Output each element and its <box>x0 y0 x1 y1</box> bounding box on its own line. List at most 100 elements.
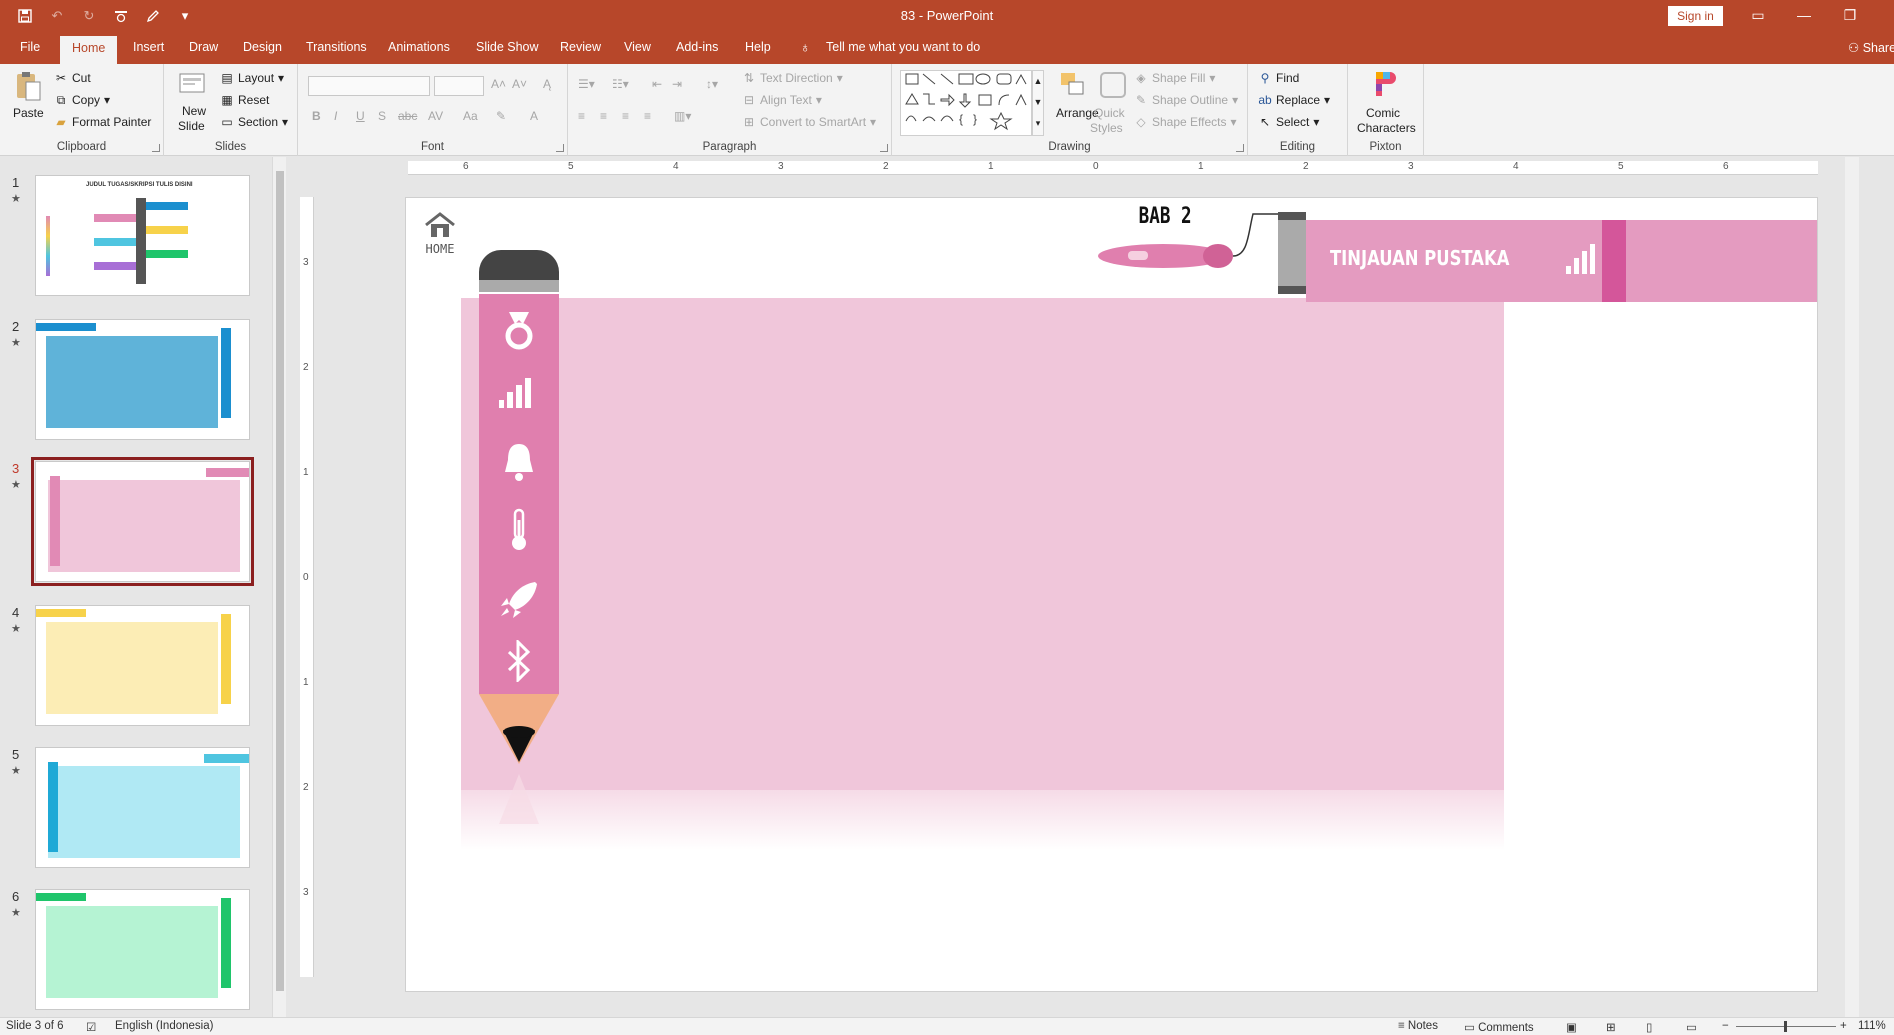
sign-in-button[interactable]: Sign in <box>1668 6 1723 26</box>
slide-canvas[interactable]: HOME BAB 2 TINJAUAN PUSTAKA <box>405 197 1818 992</box>
section-button[interactable]: ▭ Section ▾ <box>220 115 288 129</box>
convert-smartart-button[interactable]: ⊞ Convert to SmartArt ▾ <box>742 115 876 129</box>
tab-design[interactable]: Design <box>243 40 282 54</box>
dialog-launcher-icon[interactable] <box>880 144 888 152</box>
tell-me-search[interactable]: Tell me what you want to do <box>826 40 980 54</box>
slideshow-icon[interactable]: ▭ <box>1686 1020 1697 1034</box>
pixton-logo-icon[interactable] <box>1370 68 1400 100</box>
shape-fill-button[interactable]: ◈ Shape Fill ▾ <box>1134 71 1215 85</box>
numbering-icon[interactable]: ☷▾ <box>612 77 629 91</box>
decrease-indent-icon[interactable]: ⇤ <box>652 77 662 91</box>
slide-thumbnail-3[interactable] <box>31 457 254 586</box>
share-button[interactable]: ⚇ Share <box>1848 40 1894 55</box>
arrange-icon[interactable] <box>1058 70 1088 102</box>
align-text-button[interactable]: ⊟ Align Text ▾ <box>742 93 822 107</box>
tab-draw[interactable]: Draw <box>189 40 218 54</box>
shape-outline-button[interactable]: ✎ Shape Outline ▾ <box>1134 93 1238 107</box>
char-spacing-icon[interactable]: AV <box>428 109 443 123</box>
text-direction-label: Text Direction <box>760 71 833 85</box>
tab-home[interactable]: Home <box>60 36 118 64</box>
new-slide-button[interactable]: New <box>182 104 206 118</box>
slide-thumbnail-2[interactable] <box>35 319 250 440</box>
text-direction-button[interactable]: ⇅ Text Direction ▾ <box>742 71 843 85</box>
paste-icon[interactable] <box>14 70 44 102</box>
copy-button[interactable]: ⧉ Copy ▾ <box>54 93 110 107</box>
tab-insert[interactable]: Insert <box>133 40 164 54</box>
justify-icon[interactable]: ≡ <box>644 109 651 123</box>
bullets-icon[interactable]: ☰▾ <box>578 77 595 91</box>
find-button[interactable]: ⚲ Find <box>1258 71 1300 85</box>
font-size-combo[interactable] <box>434 76 484 96</box>
slide-thumbnail-6[interactable] <box>35 889 250 1010</box>
notes-button[interactable]: ≡ Notes <box>1398 1020 1438 1032</box>
tab-animations[interactable]: Animations <box>388 40 450 54</box>
grow-font-icon[interactable]: A˄ <box>491 77 506 91</box>
replace-button[interactable]: ab Replace ▾ <box>1258 93 1330 107</box>
home-link[interactable]: HOME <box>422 212 458 256</box>
highlight-icon[interactable]: ✎ <box>496 109 506 123</box>
layout-button[interactable]: ▤ Layout ▾ <box>220 71 284 85</box>
tab-add-ins[interactable]: Add-ins <box>676 40 718 54</box>
zoom-slider-thumb[interactable] <box>1784 1021 1787 1032</box>
section-icon: ▭ <box>221 115 233 129</box>
spellcheck-icon[interactable]: ☑ <box>86 1020 96 1034</box>
clear-format-icon[interactable]: Ą <box>543 77 551 91</box>
paint-roller <box>1278 212 1306 294</box>
zoom-level[interactable]: 111% <box>1858 1020 1886 1032</box>
cut-button[interactable]: ✂ Cut <box>54 71 91 85</box>
minimize-icon[interactable]: — <box>1784 4 1824 26</box>
change-case-icon[interactable]: Aa <box>463 109 478 123</box>
zoom-out-icon[interactable]: − <box>1722 1020 1729 1032</box>
columns-icon[interactable]: ▥▾ <box>674 109 691 123</box>
dialog-launcher-icon[interactable] <box>1236 144 1244 152</box>
quick-styles-icon[interactable] <box>1098 70 1128 102</box>
gallery-scroll[interactable]: ▲ ▼ ▾ <box>1032 70 1044 136</box>
reading-view-icon[interactable]: ▯ <box>1646 1020 1652 1034</box>
line-spacing-icon[interactable]: ↕▾ <box>706 77 718 91</box>
paste-button[interactable]: Paste <box>13 106 44 120</box>
format-painter-button[interactable]: ▰ Format Painter <box>54 115 151 129</box>
font-name-combo[interactable] <box>308 76 430 96</box>
dialog-launcher-icon[interactable] <box>152 144 160 152</box>
editor-scrollbar[interactable] <box>1845 157 1859 1017</box>
font-color-icon[interactable]: A <box>530 109 538 123</box>
normal-view-icon[interactable]: ▣ <box>1566 1020 1577 1034</box>
slide-sorter-icon[interactable]: ⊞ <box>1606 1020 1616 1034</box>
restore-icon[interactable]: ❐ <box>1830 4 1870 26</box>
arrange-button[interactable]: Arrange <box>1056 106 1099 120</box>
tab-transitions[interactable]: Transitions <box>306 40 367 54</box>
slide-thumbnail-4[interactable] <box>35 605 250 726</box>
comic-characters-button[interactable]: Comic <box>1366 106 1400 120</box>
zoom-in-icon[interactable]: + <box>1840 1020 1847 1032</box>
align-left-icon[interactable]: ≡ <box>578 109 585 123</box>
ribbon-display-icon[interactable]: ▭ <box>1738 4 1778 26</box>
content-area[interactable] <box>461 298 1504 790</box>
tab-file[interactable]: File <box>20 40 40 54</box>
thumbnail-scrollbar[interactable] <box>272 157 286 1017</box>
select-button[interactable]: ↖ Select ▾ <box>1258 115 1319 129</box>
shapes-gallery[interactable]: {} <box>900 70 1032 136</box>
align-center-icon[interactable]: ≡ <box>600 109 607 123</box>
zoom-slider[interactable] <box>1736 1021 1836 1032</box>
quick-styles-button[interactable]: Quick <box>1094 106 1125 120</box>
shadow-icon[interactable]: S <box>378 109 386 123</box>
shape-effects-button[interactable]: ◇ Shape Effects ▾ <box>1134 115 1236 129</box>
tab-view[interactable]: View <box>624 40 651 54</box>
shrink-font-icon[interactable]: A˅ <box>512 77 527 91</box>
increase-indent-icon[interactable]: ⇥ <box>672 77 682 91</box>
language-indicator[interactable]: English (Indonesia) <box>115 1020 213 1032</box>
new-slide-icon[interactable] <box>178 70 208 102</box>
comments-button[interactable]: ▭ Comments <box>1464 1020 1534 1034</box>
strikethrough-icon[interactable]: abc <box>398 109 417 123</box>
slide-thumbnail-1[interactable]: JUDUL TUGAS/SKRIPSI TULIS DISINI <box>35 175 250 296</box>
align-right-icon[interactable]: ≡ <box>622 109 629 123</box>
slide-thumbnail-5[interactable] <box>35 747 250 868</box>
italic-icon[interactable]: I <box>334 109 337 123</box>
tab-slide-show[interactable]: Slide Show <box>476 40 539 54</box>
reset-button[interactable]: ▦ Reset <box>220 93 269 107</box>
bold-icon[interactable]: B <box>312 109 321 123</box>
tab-review[interactable]: Review <box>560 40 601 54</box>
tab-help[interactable]: Help <box>745 40 771 54</box>
underline-icon[interactable]: U <box>356 109 365 123</box>
dialog-launcher-icon[interactable] <box>556 144 564 152</box>
